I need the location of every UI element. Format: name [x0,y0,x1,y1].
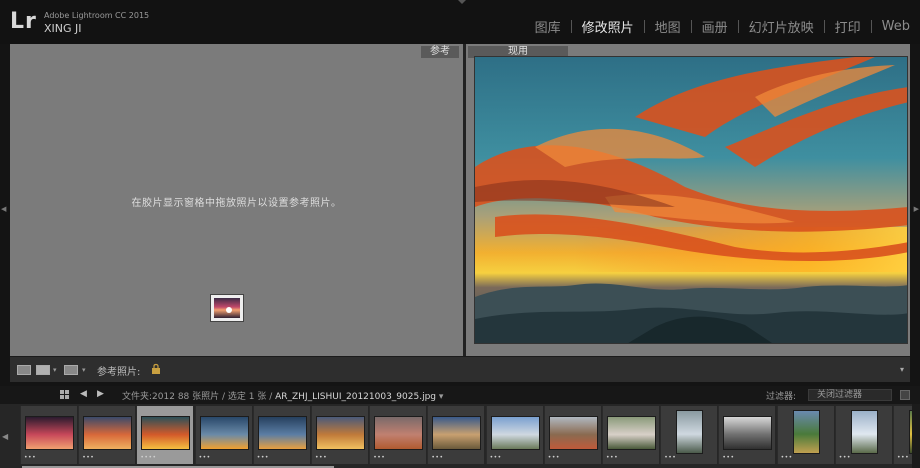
photo-thumbnail[interactable] [83,416,133,450]
module-picker: 图库 修改照片 地图 画册 幻灯片放映 打印 Web [525,17,920,36]
filmstrip-cell[interactable]: ••• [776,406,834,464]
filmstrip-cell[interactable]: ••• [369,406,427,464]
rating-dots: ••• [722,454,735,461]
rating-dots: ••• [256,454,269,461]
filter-label: 过滤器: [766,392,797,402]
module-tab[interactable]: 打印 [825,17,871,36]
module-tab[interactable]: 修改照片 [572,17,644,36]
rating-dots: ••• [24,454,37,461]
active-pane[interactable]: 现用 [466,44,910,356]
photo-thumbnail[interactable] [199,416,249,450]
active-photo[interactable] [474,56,908,344]
filmstrip-cell[interactable]: ••• [20,406,77,464]
filmstrip-cell[interactable]: ••• [834,406,892,464]
bottom-panel-toggle-icon[interactable]: ◀ [2,432,8,441]
source-folder: 文件夹:2012 [122,392,175,402]
photo-thumbnail[interactable] [676,410,704,454]
filmstrip-cell[interactable]: ••• [660,406,718,464]
module-tab[interactable]: 幻灯片放映 [739,17,824,36]
left-panel-toggle-icon[interactable]: ◀ [1,205,6,213]
photo-thumbnail[interactable] [25,416,74,450]
right-panel-toggle-icon[interactable]: ▶ [914,205,919,213]
photo-thumbnail[interactable] [548,416,598,450]
reference-view-button[interactable] [36,365,50,375]
filmstrip-cell[interactable]: ••• [78,406,136,464]
back-arrow-icon[interactable]: ◀ [80,389,87,399]
photo-thumbnail[interactable] [490,416,540,450]
module-tab[interactable]: 地图 [645,17,691,36]
rating-dots: ••• [838,454,851,461]
rating-dots: •••• [140,454,157,461]
photo-thumbnail[interactable] [850,410,878,454]
selected-filename: AR_ZHJ_LISHUI_20121003_9025.jpg [275,392,436,402]
filmstrip-cell[interactable]: ••• [427,406,485,464]
filmstrip-cell[interactable]: ••• [485,406,543,464]
source-chevron-icon[interactable]: ▾ [439,392,444,402]
compare-toolbar: ▾ ▾ 参考照片: ▾ [10,356,910,382]
filmstrip-header: ◀ ▶ 文件夹:2012 88 张照片 / 选定 1 张 / AR_ZHJ_LI… [0,386,920,404]
app-version: Adobe Lightroom CC 2015 [44,11,150,20]
photo-thumbnail[interactable] [257,416,307,450]
rating-dots: ••• [664,454,677,461]
photo-thumbnail[interactable] [374,416,424,450]
compare-view: 参考 在胶片显示窗格中拖放照片以设置参考照片。 现用 [10,44,910,356]
rating-dots: ••• [606,454,619,461]
top-bar: Lr Adobe Lightroom CC 2015 XING JI 图库 修改照… [0,0,920,44]
photo-thumbnail[interactable] [792,410,820,454]
photo-thumbnail[interactable] [432,416,482,450]
before-after-chevron-icon[interactable]: ▾ [82,366,86,374]
top-panel-toggle-icon[interactable] [458,0,466,4]
rating-dots: ••• [198,454,211,461]
module-tab[interactable]: 画册 [692,17,738,36]
photo-thumbnail[interactable] [607,416,656,450]
rating-dots: ••• [373,454,386,461]
forward-arrow-icon[interactable]: ▶ [97,389,104,399]
filmstrip-cell[interactable]: ••• [194,406,252,464]
photo-thumbnail[interactable] [141,416,191,450]
reference-tab: 参考 [421,46,459,58]
filter-toggle-switch[interactable] [900,390,910,400]
lock-icon[interactable] [151,363,161,375]
filmstrip-right-edge [912,404,920,468]
module-tab[interactable]: 图库 [525,17,571,36]
rating-dots: ••• [315,454,328,461]
filmstrip-cell[interactable]: •••• [136,406,194,464]
loupe-view-button[interactable] [17,365,31,375]
lightroom-logo: Lr [10,9,37,34]
filmstrip-cell[interactable]: ••• [252,406,310,464]
sunset-photo [475,57,907,343]
filmstrip-cell[interactable]: ••• [543,406,601,464]
dragged-photo-thumbnail[interactable] [210,294,244,322]
rating-dots: ••• [431,454,444,461]
module-tab[interactable]: Web [872,19,920,34]
photo-counts: 88 张照片 / 选定 1 张 / [177,392,273,402]
filmstrip-cell[interactable]: ••• [602,406,659,464]
rating-dots: ••• [489,454,502,461]
rating-dots: ••• [82,454,95,461]
reference-pane[interactable]: 参考 在胶片显示窗格中拖放照片以设置参考照片。 [10,44,463,356]
photo-thumbnail[interactable] [316,416,365,450]
before-after-view-button[interactable] [64,365,78,375]
toolbar-menu-chevron-icon[interactable]: ▾ [900,365,904,374]
photo-thumbnail[interactable] [723,416,773,450]
rating-dots: ••• [547,454,560,461]
filmstrip-cell[interactable]: ••• [311,406,368,464]
view-options-chevron-icon[interactable]: ▾ [53,366,57,374]
reference-hint: 在胶片显示窗格中拖放照片以设置参考照片。 [131,198,342,209]
filmstrip[interactable]: ◀ ••• ••• •••• ••• ••• ••• ••• ••• ••• ••• ••• ••• •… [0,404,920,468]
filmstrip-source[interactable]: 文件夹:2012 88 张照片 / 选定 1 张 / AR_ZHJ_LISHUI… [122,389,443,402]
rating-dots: ••• [780,454,793,461]
grid-view-icon[interactable] [60,390,69,399]
rating-dots: ••• [897,454,910,461]
identity-plate: XING JI [44,22,82,35]
reference-photo-label: 参考照片: [97,367,141,378]
filter-select[interactable]: 关闭过滤器 [808,389,892,401]
filmstrip-cell[interactable]: ••• [718,406,776,464]
